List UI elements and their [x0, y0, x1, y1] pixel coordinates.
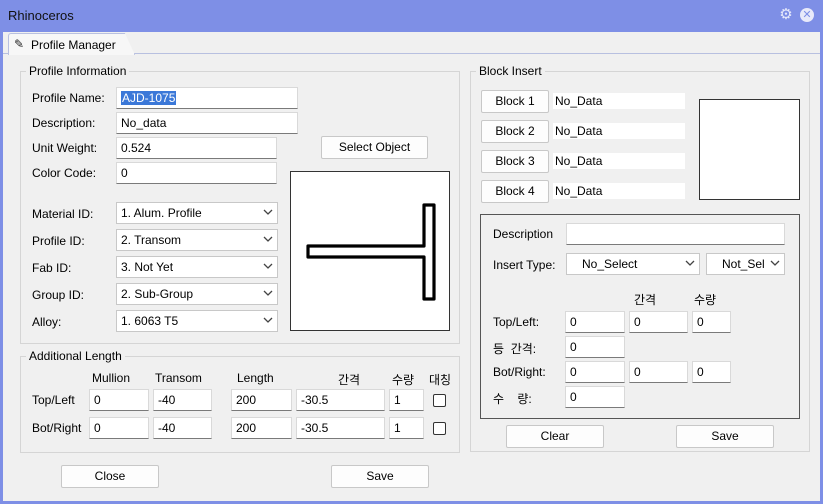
block-bot-right-input-1[interactable]: 0 — [565, 361, 625, 383]
color-code-label: Color Code: — [32, 166, 97, 180]
top-left-mullion-input[interactable]: 0 — [89, 389, 149, 411]
insert-subtype-value: Not_Sel — [722, 257, 765, 271]
description-input[interactable]: No_data — [116, 112, 298, 134]
row-bot-right-label: Bot/Right — [32, 421, 82, 435]
block-4-button[interactable]: Block 4 — [481, 180, 549, 203]
block-quantity-input[interactable]: 0 — [565, 386, 625, 408]
block-2-value: No_Data — [553, 123, 685, 139]
profile-id-value: 2. Transom — [121, 233, 182, 247]
close-button[interactable]: Close — [61, 465, 159, 488]
block-clear-button[interactable]: Clear — [506, 425, 604, 448]
unit-weight-input[interactable]: 0.524 — [116, 137, 277, 159]
block-4-value: No_Data — [553, 183, 685, 199]
fab-id-value: 3. Not Yet — [121, 260, 174, 274]
chevron-down-icon — [263, 236, 273, 242]
block-equal-gap-label: 등 간격: — [493, 342, 537, 356]
profile-information-legend: Profile Information — [26, 64, 130, 78]
insert-type-value: No_Select — [582, 257, 638, 271]
additional-length-legend: Additional Length — [26, 349, 125, 363]
material-id-label: Material ID: — [32, 207, 94, 221]
bot-right-length-input[interactable]: 200 — [231, 417, 292, 439]
block-header-qty: 수량 — [694, 293, 717, 307]
unit-weight-label: Unit Weight: — [32, 141, 98, 155]
title-bar — [0, 0, 823, 32]
top-left-transom-input[interactable]: -40 — [153, 389, 212, 411]
block-top-left-gap-input[interactable]: 0 — [629, 311, 688, 333]
block-3-value: No_Data — [553, 153, 685, 169]
group-id-value: 2. Sub-Group — [121, 287, 194, 301]
group-id-dropdown[interactable]: 2. Sub-Group — [116, 283, 278, 305]
select-object-button[interactable]: Select Object — [321, 136, 428, 159]
header-mullion: Mullion — [92, 371, 131, 385]
header-qty: 수량 — [392, 373, 415, 387]
block-description-input[interactable] — [566, 223, 785, 245]
profile-preview — [290, 171, 450, 331]
close-window-button[interactable]: ✕ — [800, 8, 814, 22]
description-label: Description: — [32, 116, 96, 130]
block-top-left-qty-input[interactable]: 0 — [692, 311, 731, 333]
block-header-gap: 간격 — [634, 293, 657, 307]
tab-label: Profile Manager — [31, 38, 116, 52]
alloy-dropdown[interactable]: 1. 6063 T5 — [116, 310, 278, 332]
profile-name-input[interactable]: AJD-1075 — [116, 87, 298, 109]
bot-right-qty-input[interactable]: 1 — [389, 417, 424, 439]
header-transom: Transom — [155, 371, 202, 385]
top-left-qty-input[interactable]: 1 — [389, 389, 424, 411]
color-code-input[interactable]: 0 — [116, 162, 277, 184]
block-description-label: Description — [493, 227, 554, 241]
block-bot-right-qty-input[interactable]: 0 — [692, 361, 731, 383]
bot-right-transom-input[interactable]: -40 — [153, 417, 212, 439]
block-bot-right-label: Bot/Right: — [493, 365, 546, 379]
header-gap: 간격 — [338, 373, 361, 387]
header-symmetric: 대칭 — [429, 373, 452, 387]
chevron-down-icon — [770, 260, 780, 266]
header-length: Length — [237, 371, 274, 385]
alloy-label: Alloy: — [32, 315, 62, 329]
fab-id-label: Fab ID: — [32, 261, 72, 275]
fab-id-dropdown[interactable]: 3. Not Yet — [116, 256, 278, 278]
top-left-gap-input[interactable]: -30.5 — [296, 389, 385, 411]
block-top-left-label: Top/Left: — [493, 315, 540, 329]
block-insert-legend: Block Insert — [476, 64, 545, 78]
material-id-value: 1. Alum. Profile — [121, 206, 202, 220]
chevron-down-icon — [263, 317, 273, 323]
block-preview — [699, 99, 800, 200]
bot-right-mullion-input[interactable]: 0 — [89, 417, 149, 439]
alloy-value: 1. 6063 T5 — [121, 314, 179, 328]
block-bot-right-gap-input[interactable]: 0 — [629, 361, 688, 383]
row-top-left-label: Top/Left — [32, 393, 75, 407]
profile-id-dropdown[interactable]: 2. Transom — [116, 229, 278, 251]
bot-right-gap-input[interactable]: -30.5 — [296, 417, 385, 439]
block-quantity-label: 수 량: — [493, 392, 532, 406]
material-id-dropdown[interactable]: 1. Alum. Profile — [116, 202, 278, 224]
tab-profile-manager[interactable]: ✎ Profile Manager — [8, 33, 135, 55]
window-title: Rhinoceros — [8, 8, 74, 23]
insert-type-label: Insert Type: — [493, 258, 556, 272]
close-icon: ✕ — [802, 9, 812, 21]
group-id-label: Group ID: — [32, 288, 85, 302]
profile-id-label: Profile ID: — [32, 234, 85, 248]
profile-name-value: AJD-1075 — [121, 91, 177, 105]
chevron-down-icon — [685, 260, 695, 266]
chevron-down-icon — [263, 209, 273, 215]
top-left-length-input[interactable]: 200 — [231, 389, 292, 411]
block-2-button[interactable]: Block 2 — [481, 120, 549, 143]
block-save-button[interactable]: Save — [676, 425, 774, 448]
profile-tool-icon: ✎ — [14, 37, 25, 51]
gear-icon[interactable]: ⚙ — [778, 7, 794, 23]
bot-right-symmetric-checkbox[interactable] — [433, 422, 446, 435]
block-1-button[interactable]: Block 1 — [481, 90, 549, 113]
block-3-button[interactable]: Block 3 — [481, 150, 549, 173]
block-1-value: No_Data — [553, 93, 685, 109]
profile-name-label: Profile Name: — [32, 91, 105, 105]
insert-subtype-dropdown[interactable]: Not_Sel — [706, 253, 785, 275]
block-top-left-input-1[interactable]: 0 — [565, 311, 625, 333]
save-button[interactable]: Save — [331, 465, 429, 488]
chevron-down-icon — [263, 290, 273, 296]
t-profile-shape — [306, 203, 436, 301]
chevron-down-icon — [263, 263, 273, 269]
block-equal-gap-input[interactable]: 0 — [565, 336, 625, 358]
top-left-symmetric-checkbox[interactable] — [433, 394, 446, 407]
insert-type-dropdown[interactable]: No_Select — [566, 253, 700, 275]
